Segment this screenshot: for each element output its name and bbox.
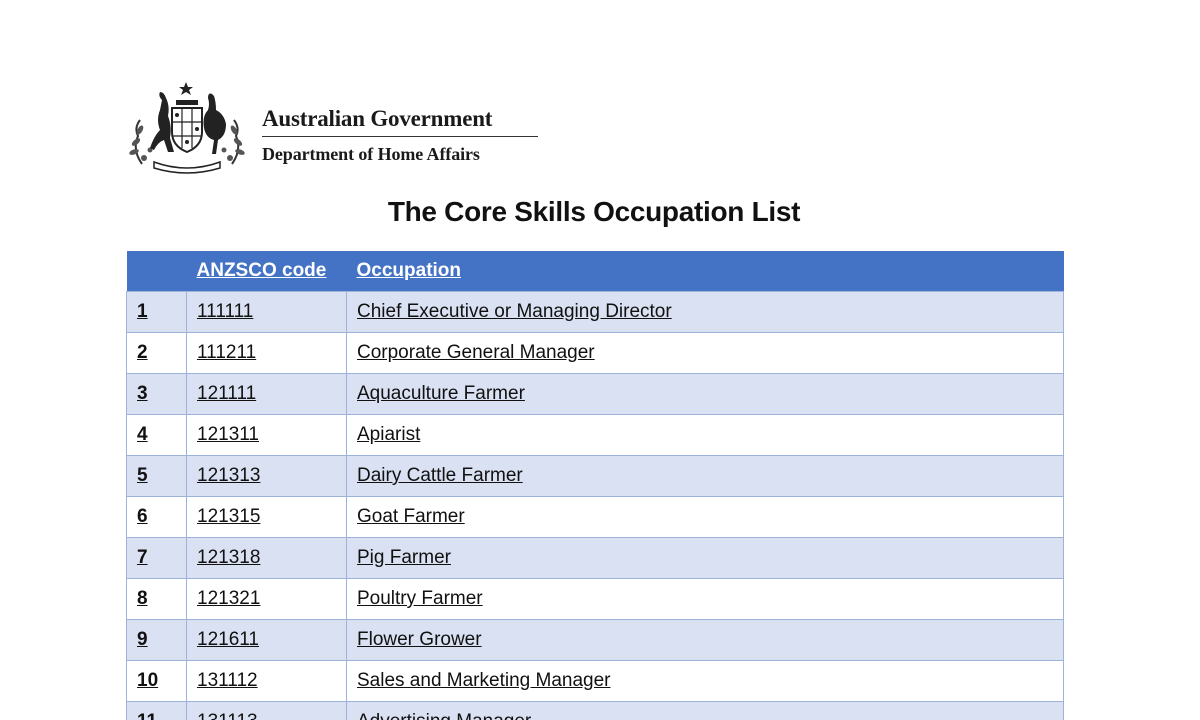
row-number[interactable]: 8 [126, 578, 187, 620]
table-row: 5 121313 Dairy Cattle Farmer [126, 455, 1064, 497]
header-anzsco-code[interactable]: ANZSCO code [186, 251, 347, 292]
page-title: The Core Skills Occupation List [387, 196, 801, 227]
anzsco-code-link[interactable]: 121318 [186, 537, 347, 579]
occupation-link[interactable]: Poultry Farmer [346, 578, 1064, 620]
anzsco-code-link[interactable]: 121311 [186, 414, 347, 456]
government-text: Australian Government Department of Home… [262, 106, 538, 165]
table-row: 8 121321 Poultry Farmer [126, 578, 1064, 620]
row-number[interactable]: 6 [126, 496, 187, 538]
header-number [126, 251, 187, 292]
table-row: 4 121311 Apiarist [126, 414, 1064, 456]
row-number[interactable]: 3 [126, 373, 187, 415]
table-row: 3 121111 Aquaculture Farmer [126, 373, 1064, 415]
occupation-link[interactable]: Sales and Marketing Manager [346, 660, 1064, 702]
occupation-link[interactable]: Advertising Manager [346, 701, 1064, 720]
anzsco-code-link[interactable]: 121321 [186, 578, 347, 620]
row-number[interactable]: 5 [126, 455, 187, 497]
document-page: Australian Government Department of Home… [0, 0, 1200, 720]
row-number[interactable]: 10 [126, 660, 187, 702]
row-number[interactable]: 11 [126, 701, 187, 720]
table-row: 9 121611 Flower Grower [126, 619, 1064, 661]
anzsco-code-link[interactable]: 121313 [186, 455, 347, 497]
anzsco-code-link[interactable]: 121111 [186, 373, 347, 415]
occupation-link[interactable]: Pig Farmer [346, 537, 1064, 579]
table-row: 7 121318 Pig Farmer [126, 537, 1064, 579]
anzsco-code-link[interactable]: 131113 [186, 701, 347, 720]
occupation-link[interactable]: Aquaculture Farmer [346, 373, 1064, 415]
anzsco-code-link[interactable]: 121611 [186, 619, 347, 661]
row-number[interactable]: 9 [126, 619, 187, 661]
government-name: Australian Government [262, 106, 538, 137]
occupation-link[interactable]: Flower Grower [346, 619, 1064, 661]
table-row: 1 111111 Chief Executive or Managing Direc… [126, 291, 1064, 333]
occupation-link[interactable]: Apiarist [346, 414, 1064, 456]
table-row: 6 121315 Goat Farmer [126, 496, 1064, 538]
row-number[interactable]: 1 [126, 291, 187, 333]
anzsco-code-link[interactable]: 131112 [186, 660, 347, 702]
table-header-row: ANZSCO code Occupation [126, 251, 1064, 292]
row-number[interactable]: 2 [126, 332, 187, 374]
table-row: 11131113Advertising Manager [126, 701, 1064, 720]
header-occupation[interactable]: Occupation [346, 251, 1064, 292]
occupation-link[interactable]: Goat Farmer [346, 496, 1064, 538]
row-number[interactable]: 7 [126, 537, 187, 579]
anzsco-code-link[interactable]: 121315 [186, 496, 347, 538]
row-number[interactable]: 4 [126, 414, 187, 456]
government-header: Australian Government Department of Home… [124, 80, 538, 176]
table-row: 2 111211 Corporate General Manager [126, 332, 1064, 374]
coat-of-arms-icon [129, 82, 245, 174]
occupation-table: ANZSCO code Occupation 1 111111 Chief Exec… [126, 251, 1064, 720]
department-name: Department of Home Affairs [262, 144, 480, 164]
anzsco-code-link[interactable]: 111111 [186, 291, 347, 333]
occupation-link[interactable]: Chief Executive or Managing Director [346, 291, 1064, 333]
table-row: 10 131112 Sales and Marketing Manager [126, 660, 1064, 702]
occupation-link[interactable]: Dairy Cattle Farmer [346, 455, 1064, 497]
occupation-link[interactable]: Corporate General Manager [346, 332, 1064, 374]
anzsco-code-link[interactable]: 111211 [186, 332, 347, 374]
